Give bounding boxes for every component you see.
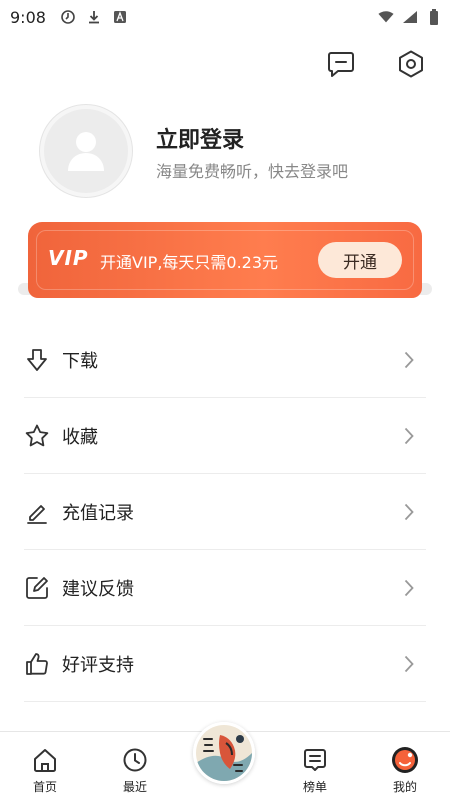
status-time: 9:08 bbox=[10, 7, 46, 27]
star-icon bbox=[24, 423, 50, 449]
settings-button[interactable] bbox=[394, 47, 428, 81]
battery-icon bbox=[426, 9, 442, 25]
edit-square-icon bbox=[24, 575, 50, 601]
vip-open-button[interactable]: 开通 bbox=[318, 242, 402, 278]
nav-mine[interactable]: 我的 bbox=[375, 732, 435, 800]
a-box-icon bbox=[112, 9, 128, 25]
chevron-right-icon bbox=[402, 577, 416, 599]
wifi-icon bbox=[378, 9, 394, 25]
header-actions bbox=[324, 47, 428, 81]
nav-label: 首页 bbox=[32, 780, 57, 794]
nav-rankings[interactable]: 榜单 bbox=[285, 732, 345, 800]
clock-icon bbox=[121, 746, 149, 774]
nav-recent[interactable]: 最近 bbox=[105, 732, 165, 800]
default-avatar-icon bbox=[66, 129, 106, 173]
settings-icon bbox=[396, 49, 426, 79]
message-icon bbox=[326, 49, 356, 79]
nav-label: 我的 bbox=[392, 780, 417, 794]
menu-item-feedback[interactable]: 建议反馈 bbox=[24, 550, 426, 626]
avatar[interactable] bbox=[40, 105, 132, 197]
chevron-right-icon bbox=[402, 653, 416, 675]
menu-item-label: 充值记录 bbox=[62, 502, 134, 524]
nav-label: 榜单 bbox=[302, 780, 327, 794]
vip-promo-text: 开通VIP,每天只需0.23元 bbox=[100, 253, 279, 272]
status-icons-left bbox=[60, 9, 128, 25]
download-arrow-icon bbox=[86, 9, 102, 25]
nav-home[interactable]: 首页 bbox=[15, 732, 75, 800]
player-cover-button[interactable] bbox=[193, 722, 255, 784]
vip-logo: VIP bbox=[48, 246, 89, 270]
menu-item-rate-us[interactable]: 好评支持 bbox=[24, 626, 426, 702]
chevron-right-icon bbox=[402, 349, 416, 371]
chevron-right-icon bbox=[402, 425, 416, 447]
vip-banner[interactable]: VIP 开通VIP,每天只需0.23元 开通 bbox=[28, 222, 422, 298]
player-cover-icon bbox=[196, 725, 252, 781]
thumbs-up-icon bbox=[24, 651, 50, 677]
status-icons-right bbox=[378, 9, 442, 25]
download-icon bbox=[24, 347, 50, 373]
chevron-right-icon bbox=[402, 501, 416, 523]
clock-circle-icon bbox=[60, 9, 76, 25]
menu-item-label: 建议反馈 bbox=[62, 578, 134, 600]
menu-item-label: 好评支持 bbox=[62, 654, 134, 676]
menu-list: 下载 收藏 充值记录 建议反馈 好评支持 bbox=[24, 322, 426, 702]
menu-item-label: 收藏 bbox=[62, 426, 98, 448]
home-icon bbox=[31, 746, 59, 774]
menu-item-label: 下载 bbox=[62, 350, 98, 372]
list-icon bbox=[301, 746, 329, 774]
nav-label: 最近 bbox=[122, 780, 147, 794]
profile-active-icon bbox=[391, 746, 419, 774]
menu-item-download[interactable]: 下载 bbox=[24, 322, 426, 398]
menu-item-recharge-history[interactable]: 充值记录 bbox=[24, 474, 426, 550]
status-bar: 9:08 bbox=[0, 0, 450, 34]
pencil-icon bbox=[24, 499, 50, 525]
message-button[interactable] bbox=[324, 47, 358, 81]
signal-icon bbox=[402, 9, 418, 25]
login-title[interactable]: 立即登录 bbox=[156, 122, 244, 154]
login-subtitle: 海量免费畅听，快去登录吧 bbox=[156, 162, 349, 181]
menu-item-favorites[interactable]: 收藏 bbox=[24, 398, 426, 474]
